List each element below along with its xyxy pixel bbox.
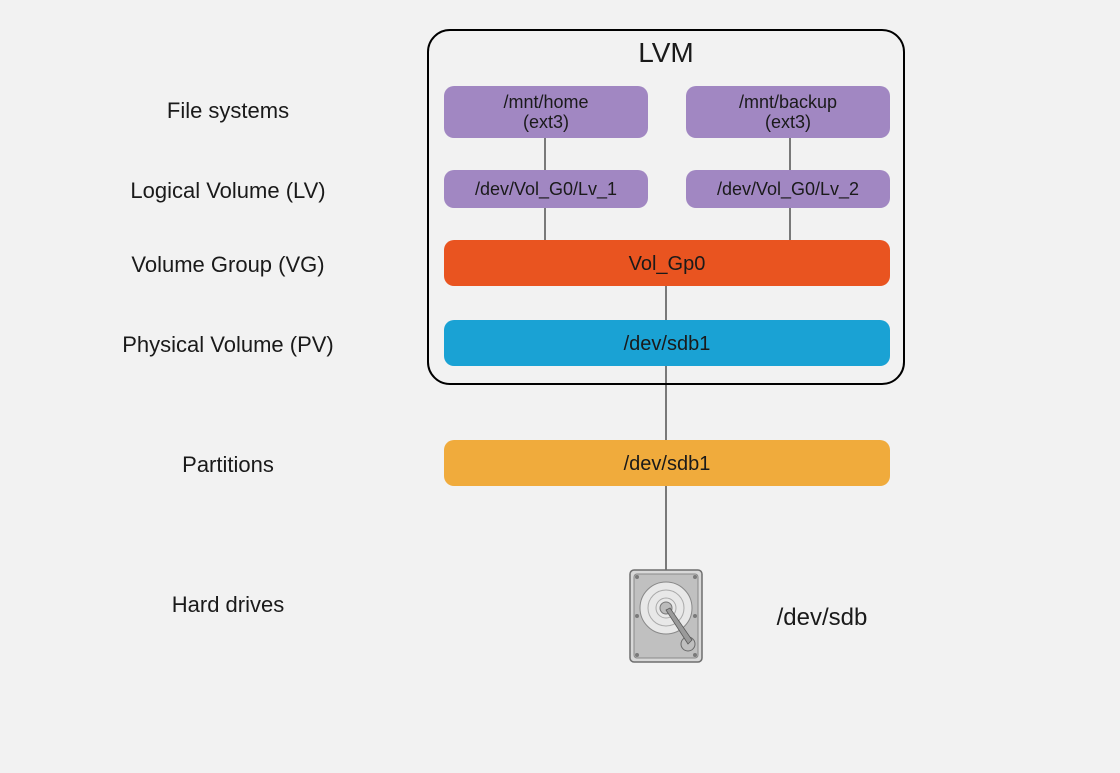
pv-text: /dev/sdb1 [624, 333, 711, 355]
label-volume-group: Volume Group (VG) [131, 252, 324, 277]
label-hard-drives: Hard drives [172, 592, 284, 617]
drive-text: /dev/sdb [777, 604, 868, 631]
hard-drive-icon [630, 570, 702, 662]
fs2-path: /mnt/backup [739, 92, 837, 112]
label-partitions: Partitions [182, 452, 274, 477]
lv2-text: /dev/Vol_G0/Lv_2 [717, 179, 859, 200]
label-file-systems: File systems [167, 98, 289, 123]
lvm-title: LVM [638, 37, 694, 68]
partition-text: /dev/sdb1 [624, 453, 711, 475]
label-physical-volume: Physical Volume (PV) [122, 332, 334, 357]
fs1-type: (ext3) [523, 112, 569, 132]
fs2-type: (ext3) [765, 112, 811, 132]
lv1-text: /dev/Vol_G0/Lv_1 [475, 179, 617, 200]
fs1-path: /mnt/home [503, 92, 588, 112]
vg-text: Vol_Gp0 [629, 253, 706, 275]
label-logical-volume: Logical Volume (LV) [130, 178, 325, 203]
